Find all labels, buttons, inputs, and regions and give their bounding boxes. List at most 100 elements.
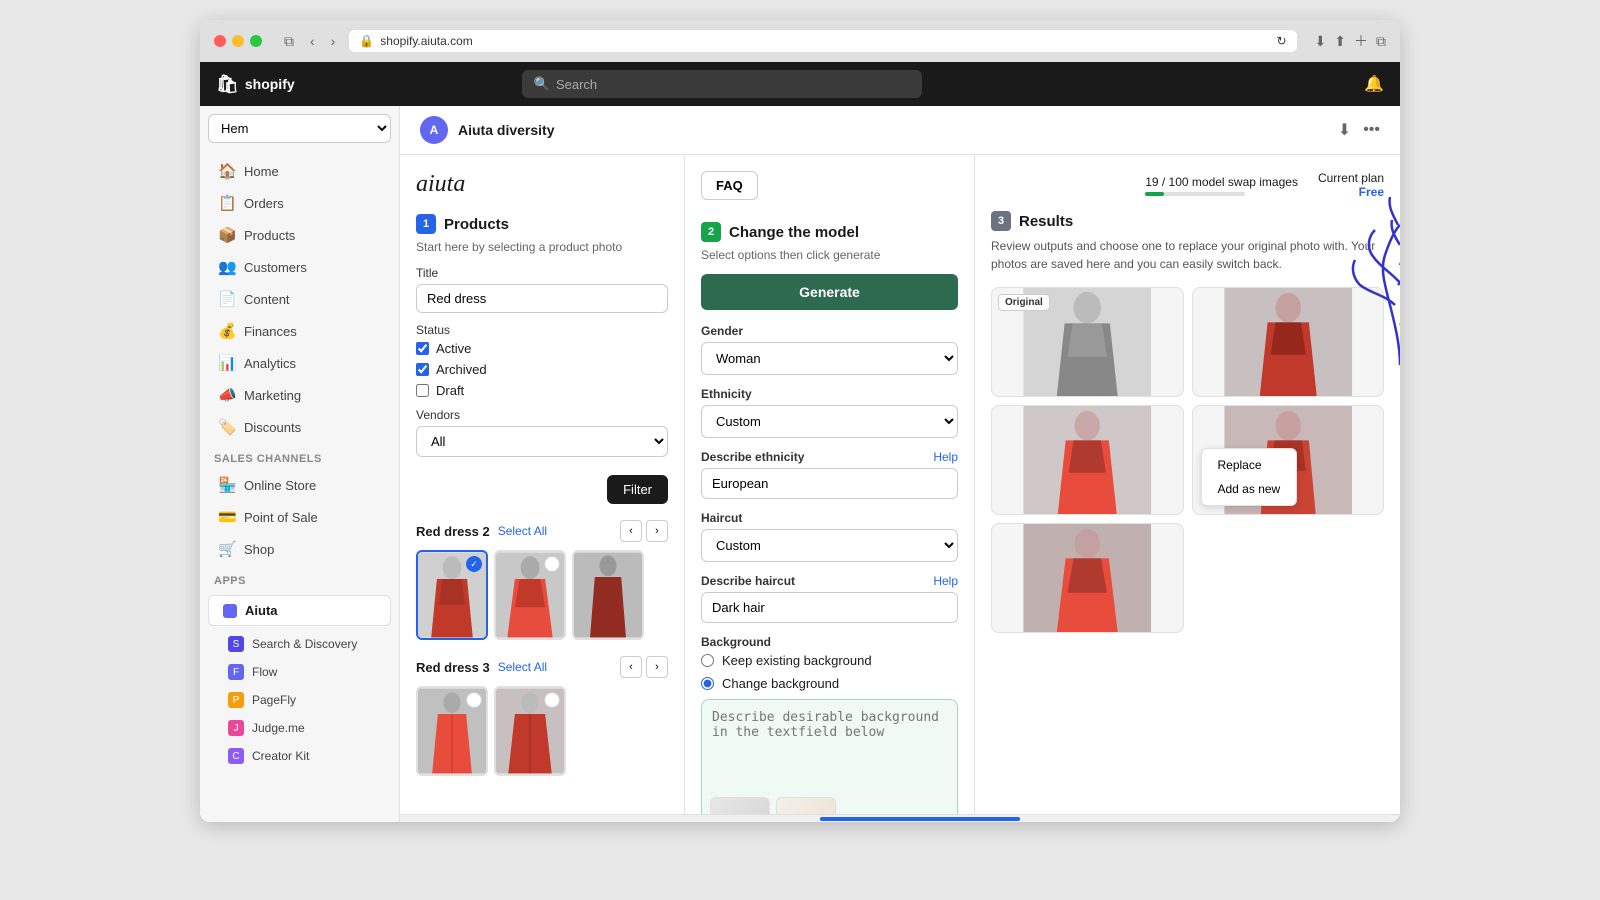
change-bg-radio[interactable] <box>701 677 714 690</box>
keep-bg-radio[interactable] <box>701 654 714 667</box>
draft-checkbox[interactable]: Draft <box>416 383 668 398</box>
notification-bell[interactable]: 🔔 <box>1364 76 1384 93</box>
sidebar-item-creator-kit[interactable]: C Creator Kit <box>200 742 399 770</box>
sidebar-item-judge[interactable]: J Judge.me <box>200 714 399 742</box>
haircut-select[interactable]: Custom <box>701 529 958 562</box>
product-thumb-1-1[interactable]: ✓ <box>416 550 488 640</box>
uncheck-2-1 <box>466 692 482 708</box>
add-as-new-button[interactable]: Add as new <box>1206 477 1293 501</box>
sidebar-item-customers[interactable]: 👥Customers <box>204 251 395 283</box>
next-arrow-2[interactable]: › <box>646 656 668 678</box>
result-2[interactable] <box>991 405 1184 515</box>
describe-haircut-label-row: Describe haircut Help <box>701 574 958 588</box>
change-bg-option[interactable]: Change background <box>701 676 958 691</box>
pagefly-icon: P <box>228 692 244 708</box>
share-icon[interactable]: ⬆ <box>1334 33 1346 50</box>
sidebar-item-content[interactable]: 📄Content <box>204 283 395 315</box>
result-4[interactable] <box>991 523 1184 633</box>
describe-haircut-input[interactable] <box>701 592 958 623</box>
product-thumb-1-3[interactable] <box>572 550 644 640</box>
sidebar-item-home[interactable]: 🏠Home <box>204 155 395 187</box>
archived-checkbox-input[interactable] <box>416 363 429 376</box>
archived-checkbox[interactable]: Archived <box>416 362 668 377</box>
products-panel: aiuta 1 Products Start here by selecting… <box>400 155 685 814</box>
results-step-number: 3 <box>991 211 1011 231</box>
aiuta-label: Aiuta <box>245 603 278 618</box>
tabs-icon[interactable]: ⧉ <box>1376 33 1386 50</box>
sidebar-item-pos[interactable]: 💳Point of Sale <box>204 501 395 533</box>
uncheck-2-2 <box>544 692 560 708</box>
product-thumb-2-1[interactable] <box>416 686 488 776</box>
sidebar-item-finances[interactable]: 💰Finances <box>204 315 395 347</box>
product-section-1-header: Red dress 2 Select All ‹ › <box>416 520 668 542</box>
keep-bg-option[interactable]: Keep existing background <box>701 653 958 668</box>
app-header-right: ⬇ ••• <box>1338 120 1380 140</box>
bg-thumb-2[interactable] <box>776 797 836 814</box>
active-checkbox-input[interactable] <box>416 342 429 355</box>
sidebar-item-orders[interactable]: 📋Orders <box>204 187 395 219</box>
lock-icon: 🔒 <box>359 34 374 48</box>
haircut-field: Haircut Custom <box>701 511 958 562</box>
download-app-icon[interactable]: ⬇ <box>1338 120 1351 140</box>
describe-ethnicity-input[interactable] <box>701 468 958 499</box>
draft-checkbox-input[interactable] <box>416 384 429 397</box>
prev-arrow-1[interactable]: ‹ <box>620 520 642 542</box>
result-original[interactable]: Original <box>991 287 1184 397</box>
sidebar-item-products[interactable]: 📦Products <box>204 219 395 251</box>
gender-label: Gender <box>701 324 958 338</box>
horizontal-scrollbar[interactable] <box>400 814 1400 822</box>
faq-button[interactable]: FAQ <box>701 171 758 200</box>
product-thumb-2-2[interactable] <box>494 686 566 776</box>
results-grid: Original <box>991 287 1384 633</box>
replace-button[interactable]: Replace <box>1206 453 1293 477</box>
status-checkboxes: Active Archived Draft <box>416 341 668 398</box>
shopify-search-bar[interactable]: 🔍 Search <box>522 70 922 98</box>
select-all-2[interactable]: Select All <box>498 660 547 674</box>
product-thumb-1-2[interactable] <box>494 550 566 640</box>
gender-select[interactable]: Woman <box>701 342 958 375</box>
close-dot[interactable] <box>214 35 226 47</box>
sidebar-item-marketing[interactable]: 📣Marketing <box>204 379 395 411</box>
minimize-dot[interactable] <box>232 35 244 47</box>
back-btn[interactable]: ‹ <box>306 31 319 51</box>
sidebar-item-analytics[interactable]: 📊Analytics <box>204 347 395 379</box>
prev-arrow-2[interactable]: ‹ <box>620 656 642 678</box>
sidebar-item-aiuta[interactable]: Aiuta <box>208 595 391 626</box>
vendors-select[interactable]: All <box>416 426 668 457</box>
next-arrow-1[interactable]: › <box>646 520 668 542</box>
describe-ethnicity-label-row: Describe ethnicity Help <box>701 450 958 464</box>
select-all-1[interactable]: Select All <box>498 524 547 538</box>
sidebar-item-flow[interactable]: F Flow <box>200 658 399 686</box>
reload-icon[interactable]: ↻ <box>1276 34 1286 48</box>
fullscreen-dot[interactable] <box>250 35 262 47</box>
address-bar[interactable]: 🔒 shopify.aiuta.com ↻ <box>349 30 1296 52</box>
describe-haircut-help[interactable]: Help <box>933 574 958 588</box>
sidebar-item-search-discovery[interactable]: S Search & Discovery <box>200 630 399 658</box>
download-icon[interactable]: ⬇ <box>1315 33 1327 50</box>
result-1[interactable] <box>1192 287 1385 397</box>
forward-btn[interactable]: › <box>327 31 340 51</box>
bg-description-textarea[interactable] <box>702 700 957 780</box>
dress-image-3 <box>574 552 642 638</box>
sidebar-item-discounts[interactable]: 🏷️Discounts <box>204 411 395 443</box>
sidebar-item-online-store[interactable]: 🏪Online Store <box>204 469 395 501</box>
ethnicity-select[interactable]: Custom <box>701 405 958 438</box>
active-checkbox[interactable]: Active <box>416 341 668 356</box>
apps-label: Apps <box>200 565 399 591</box>
filter-button[interactable]: Filter <box>607 475 668 504</box>
shopify-logo-icon: 🛍 <box>216 74 239 95</box>
generate-button[interactable]: Generate <box>701 274 958 310</box>
more-options-icon[interactable]: ••• <box>1363 121 1380 139</box>
sidebar-item-shop[interactable]: 🛒Shop <box>204 533 395 565</box>
new-tab-icon[interactable]: ＋ <box>1354 31 1368 51</box>
title-input[interactable] <box>416 284 668 313</box>
store-selector[interactable]: HemHem <box>208 114 391 143</box>
vendors-field-group: Vendors All <box>416 408 668 457</box>
tab-overview-btn[interactable]: ⧉ <box>280 31 298 52</box>
bg-thumb-1[interactable] <box>710 797 770 814</box>
sidebar-item-pagefly[interactable]: P PageFly <box>200 686 399 714</box>
product-section-2-title: Red dress 3 <box>416 660 490 675</box>
sidebar: HemHem 🏠Home 📋Orders 📦Products 👥Customer… <box>200 106 400 822</box>
result-3[interactable]: Replace Add as new <box>1192 405 1385 515</box>
describe-ethnicity-help[interactable]: Help <box>933 450 958 464</box>
